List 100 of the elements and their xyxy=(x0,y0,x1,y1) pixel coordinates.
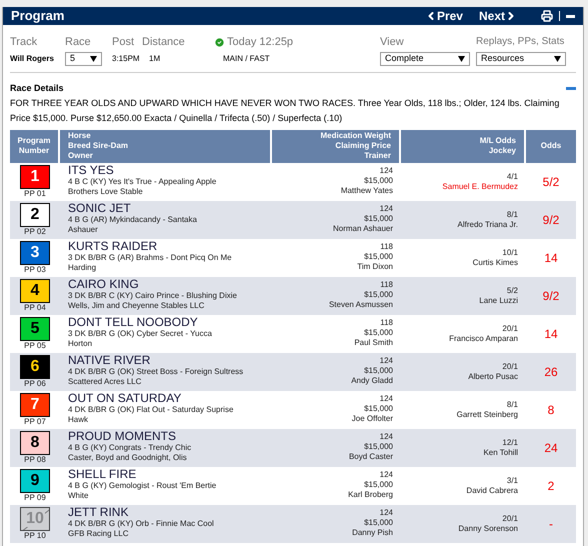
breeding: 3 DK B/BR G (AR) Brahms - Dont Picq On Me xyxy=(68,252,233,262)
post-position: PP 01 xyxy=(24,188,46,198)
print-icon[interactable] xyxy=(541,10,553,22)
resources-select[interactable]: Resources xyxy=(476,52,566,66)
claiming-price: $15,000 xyxy=(364,214,393,224)
post-time: 3:15PM xyxy=(112,53,141,65)
horse-name: OUT ON SATURDAY xyxy=(68,392,182,404)
jockey: Francisco Amparan xyxy=(449,334,518,344)
morning-line-odds: 8/1 xyxy=(506,400,518,410)
odds: 9/2 xyxy=(542,288,560,304)
race-select[interactable]: 5 xyxy=(65,52,102,66)
status-text: Today 12:25p xyxy=(227,34,294,50)
saddle-number: 9 xyxy=(20,468,50,492)
saddle-number: 2 xyxy=(20,202,50,226)
odds: 14 xyxy=(544,326,558,342)
owner: GFB Racing LLC xyxy=(68,528,130,538)
breeding: 4 B G (KY) Gemologist - Roust 'Em Bertie xyxy=(68,480,218,490)
weight: 124 xyxy=(380,166,393,176)
claiming-price: $15,000 xyxy=(364,518,393,528)
morning-line-odds: 5/2 xyxy=(506,286,518,296)
owner: Horton xyxy=(68,338,94,348)
weight: 118 xyxy=(380,242,393,252)
saddle-number: 6 xyxy=(20,354,50,378)
next-button[interactable]: Next xyxy=(478,7,517,25)
post-position: PP 03 xyxy=(24,264,46,274)
jockey: Alberto Pusac xyxy=(468,372,518,382)
collapse-button[interactable] xyxy=(566,14,575,18)
dropdown-caret-icon xyxy=(90,56,97,62)
window-title: Program xyxy=(11,7,66,26)
table-row[interactable]: 8 PP 08 PROUD MOMENTS 4 B G (KY) Congrats - Trendy Chic Caster, Boyd and Goodnight, Olis 124 $15,000 Boyd Caster 12/1 Ken Tohill 24 xyxy=(10,428,576,466)
saddle-number: 3 xyxy=(20,240,50,264)
section-title: Race Details xyxy=(10,82,65,95)
trainer: Norman Ashauer xyxy=(332,224,393,234)
owner: Brothers Love Stable xyxy=(68,186,144,196)
post-position: PP 06 xyxy=(24,378,46,388)
post-position: PP 07 xyxy=(24,416,46,426)
jockey: Alfredo Triana Jr. xyxy=(458,220,518,230)
field-label: Race xyxy=(65,34,92,50)
odds: 14 xyxy=(544,250,558,266)
horse-name: JETT RINK xyxy=(68,506,130,518)
weight: 124 xyxy=(380,394,393,404)
track-name: Will Rogers xyxy=(10,53,55,65)
table-row[interactable]: 2 PP 02 SONIC JET 4 B G (AR) Mykindacandy - Santaka Ashauer 124 $15,000 Norman Ashauer 8/1 Alfredo Triana Jr. 9/2 xyxy=(10,200,576,238)
horse-name: CAIRO KING xyxy=(68,278,140,290)
weight: 124 xyxy=(380,470,393,480)
claiming-price: $15,000 xyxy=(364,480,393,490)
morning-line-odds: 20/1 xyxy=(502,324,518,334)
morning-line-odds: 3/1 xyxy=(506,476,518,486)
prev-button[interactable]: Prev xyxy=(424,7,463,25)
odds: 8 xyxy=(548,402,554,418)
morning-line-odds: 10/1 xyxy=(502,248,518,258)
saddle-number: 5 xyxy=(20,316,50,340)
weight: 124 xyxy=(380,508,393,518)
claiming-price: $15,000 xyxy=(364,290,393,300)
race-conditions: FOR THREE YEAR OLDS AND UPWARD WHICH HAVE NEVER WON TWO RACES. Three Year Olds, 118 lbs.; Older, 124 lbs. Claiming Price $15,000. Purse $12,650.00 Exacta / Quinella / Trifecta (.50) / Superfecta (.10) xyxy=(10,96,560,125)
claiming-price: $15,000 xyxy=(364,252,393,262)
jockey: Danny Sorenson xyxy=(458,524,518,534)
breeding: 4 B G (AR) Mykindacandy - Santaka xyxy=(68,214,198,224)
claiming-price: $15,000 xyxy=(364,328,393,338)
column-header: Odds xyxy=(540,140,562,152)
claiming-price: $15,000 xyxy=(364,366,393,376)
claiming-price: $15,000 xyxy=(364,176,393,186)
field-label: Distance xyxy=(142,34,186,50)
claiming-price: $15,000 xyxy=(364,404,393,414)
morning-line-odds: 4/1 xyxy=(506,172,518,182)
horse-name: ITS YES xyxy=(68,164,115,176)
owner: White xyxy=(68,490,90,500)
view-select[interactable]: Complete xyxy=(380,52,470,66)
breeding: 4 B C (KY) Yes It's True - Appealing Apple xyxy=(68,176,218,186)
saddle-number: 7 xyxy=(20,392,50,416)
claiming-price: $15,000 xyxy=(364,442,393,452)
trainer: Paul Smith xyxy=(354,338,393,348)
horse-name: NATIVE RIVER xyxy=(68,354,152,366)
morning-line-odds: 12/1 xyxy=(502,438,518,448)
saddle-number: 10 xyxy=(20,506,50,530)
post-position: PP 08 xyxy=(24,454,46,464)
owner: Hawk xyxy=(68,414,90,424)
odds: 5/2 xyxy=(542,174,560,190)
owner: Wells, Jim and Cheyenne Stables LLC xyxy=(68,300,206,310)
check-icon xyxy=(214,36,225,48)
dropdown-caret-icon xyxy=(458,56,465,62)
weight: 118 xyxy=(380,318,393,328)
weight: 118 xyxy=(380,280,393,290)
horse-name: PROUD MOMENTS xyxy=(68,430,177,442)
post-position: PP 05 xyxy=(24,340,46,350)
jockey: Curtis Kimes xyxy=(472,258,518,268)
jockey: Samuel E. Bermudez xyxy=(442,182,518,192)
table-row[interactable]: 6 PP 06 NATIVE RIVER 4 DK B/BR G (OK) Street Boss - Foreign Sultress Scattered Acres LLC 124 $15,000 Andy Gladd 20/1 Alberto Pusac 26 xyxy=(10,352,576,390)
owner: Scattered Acres LLC xyxy=(68,376,142,386)
odds: 26 xyxy=(544,364,558,380)
field-label: Track xyxy=(10,34,38,50)
trainer: Boyd Caster xyxy=(348,452,393,462)
trainer: Steven Asmussen xyxy=(328,300,393,310)
table-row[interactable]: 10 PP 10 JETT RINK 4 DK B/BR G (KY) Orb - Finnie Mac Cool GFB Racing LLC 124 $15,000 Danny Pish 20/1 Danny Sorenson - xyxy=(10,504,576,542)
weight: 124 xyxy=(380,356,393,366)
jockey: Lane Luzzi xyxy=(479,296,518,306)
horse-name: SONIC JET xyxy=(68,202,132,214)
post-position: PP 02 xyxy=(24,226,46,236)
table-row[interactable]: 4 PP 04 CAIRO KING 3 DK B/BR C (KY) Cairo Prince - Blushing Dixie Wells, Jim and Cheyenne Stables LLC 118 $15,000 Steven Asmussen 5/2 Lane Luzzi 9/2 xyxy=(10,276,576,314)
trainer: Tim Dixon xyxy=(357,262,393,272)
